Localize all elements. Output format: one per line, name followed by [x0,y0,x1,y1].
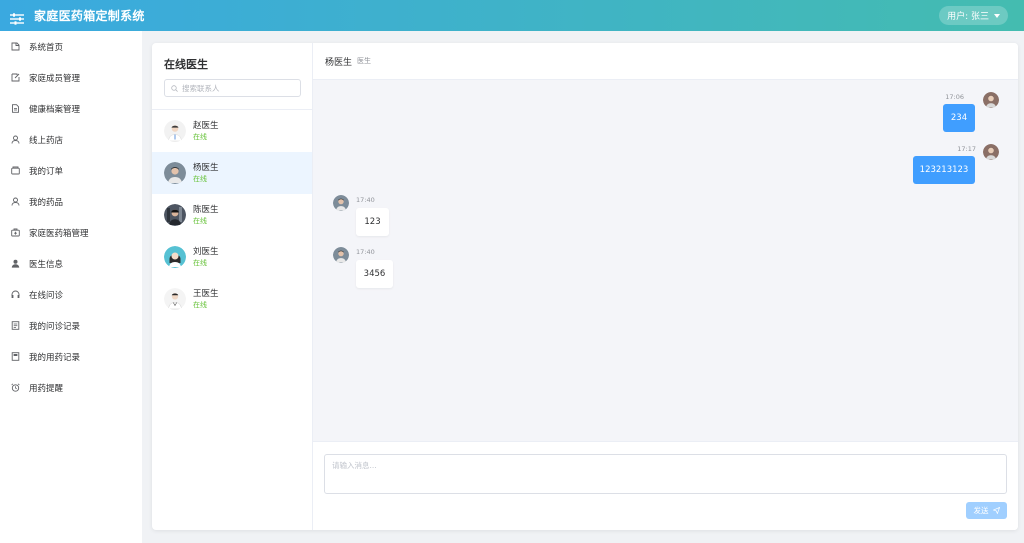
doctor-avatar [164,204,186,226]
doctor-avatar [164,162,186,184]
chat-header: 杨医生 医生 [313,43,1018,80]
sidebar-item-medication-reminder[interactable]: 用药提醒 [0,372,142,403]
user-dropdown[interactable]: 用户: 张三 [939,6,1008,25]
doctor-avatar [333,247,349,263]
sidebar-item-label: 线上药店 [29,135,64,146]
contacts-title: 在线医生 [164,58,208,71]
wallet-icon [11,166,20,175]
contact-name: 刘医生 [193,246,219,257]
message-input[interactable] [324,454,1007,494]
sidebar-item-home[interactable]: 系统首页 [0,31,142,62]
contact-name: 陈医生 [193,204,219,215]
contact-item[interactable]: 王医生 在线 [152,278,312,320]
search-icon [171,84,178,92]
sidebar-item-label: 我的药品 [29,197,64,208]
contact-list: 赵医生 在线 杨医生 在线 陈医生 在线 刘医生 在线 王医生 在线 [152,110,312,320]
headset-icon [11,290,20,299]
settings-sliders-icon[interactable] [10,10,24,25]
top-header: 家庭医药箱定制系统 用户: 张三 [0,0,1024,31]
online-status: 在线 [193,132,207,141]
consult-card: 在线医生 赵医生 在线 杨医生 在线 [152,43,1018,530]
sidebar-item-online-pharmacy[interactable]: 线上药店 [0,124,142,155]
sidebar-item-label: 系统首页 [29,42,64,53]
sidebar-item-doctor-info[interactable]: 医生信息 [0,248,142,279]
sidebar-item-label: 用药提醒 [29,383,64,394]
message-bubble: 123 [356,208,389,236]
sidebar-item-online-consult[interactable]: 在线问诊 [0,279,142,310]
edit-icon [11,73,20,82]
message-time: 17:17 [957,145,976,153]
sidebar-item-consult-records[interactable]: 我的问诊记录 [0,310,142,341]
doctor-avatar [333,195,349,211]
contact-name: 王医生 [193,288,219,299]
tickets-icon [11,321,20,330]
user-avatar [983,92,999,108]
online-status: 在线 [193,300,207,309]
sidebar-item-my-medicine[interactable]: 我的药品 [0,186,142,217]
sidebar-item-health-records[interactable]: 健康档案管理 [0,93,142,124]
contact-name: 杨医生 [193,162,219,173]
sidebar-item-medication-records[interactable]: 我的用药记录 [0,341,142,372]
message-composer: 发送 [313,441,1018,530]
sidebar-item-label: 我的用药记录 [29,352,81,363]
contact-name: 赵医生 [193,120,219,131]
contact-search[interactable] [164,79,301,97]
contacts-panel: 在线医生 赵医生 在线 杨医生 在线 [152,43,313,530]
contact-item[interactable]: 赵医生 在线 [152,110,312,152]
message-bubble: 3456 [356,260,393,288]
notebook-icon [11,352,20,361]
document-icon [11,104,20,113]
send-icon [992,507,1000,514]
sidebar-item-label: 我的订单 [29,166,64,177]
search-input[interactable] [182,83,292,93]
doctor-avatar [164,288,186,310]
contact-item[interactable]: 陈医生 在线 [152,194,312,236]
sidebar-item-label: 在线问诊 [29,290,64,301]
sidebar-item-label: 医生信息 [29,259,64,270]
doctor-avatar [164,120,186,142]
contact-item-active[interactable]: 杨医生 在线 [152,152,312,194]
sidebar-item-label: 家庭成员管理 [29,73,81,84]
online-status: 在线 [193,216,207,225]
caret-down-icon [994,13,1000,18]
online-status: 在线 [193,258,207,267]
sidebar-item-my-orders[interactable]: 我的订单 [0,155,142,186]
message-bubble: 234 [943,104,975,132]
chat-doctor-name: 杨医生 [325,57,353,68]
doctor-avatar [164,246,186,268]
chat-doctor-role: 医生 [357,57,372,65]
sidebar: 系统首页 家庭成员管理 健康档案管理 线上药店 我的订单 我的药品 家庭医药箱管… [0,31,142,543]
contact-item[interactable]: 刘医生 在线 [152,236,312,278]
user-solid-icon [11,259,20,268]
user-icon [11,135,20,144]
home-icon [11,42,20,51]
message-time: 17:06 [945,93,964,101]
user-label: 用户: 张三 [947,12,989,22]
user-outline-icon [11,197,20,206]
chat-panel: 杨医生 医生 17:06 234 17:17 123213123 17:40 1… [313,43,1018,530]
send-button[interactable]: 发送 [966,502,1007,519]
message-time: 17:40 [356,196,375,204]
message-bubble: 123213123 [913,156,975,184]
send-label: 发送 [973,506,989,515]
online-status: 在线 [193,174,207,183]
user-avatar [983,144,999,160]
sidebar-item-label: 健康档案管理 [29,104,81,115]
message-list: 17:06 234 17:17 123213123 17:40 123 17:4… [313,80,1018,441]
sidebar-item-label: 我的问诊记录 [29,321,81,332]
medical-box-icon [11,228,20,237]
alarm-clock-icon [11,383,20,392]
app-title: 家庭医药箱定制系统 [34,9,145,23]
sidebar-item-medicine-box[interactable]: 家庭医药箱管理 [0,217,142,248]
message-time: 17:40 [356,248,375,256]
sidebar-item-family-members[interactable]: 家庭成员管理 [0,62,142,93]
sidebar-item-label: 家庭医药箱管理 [29,228,89,239]
